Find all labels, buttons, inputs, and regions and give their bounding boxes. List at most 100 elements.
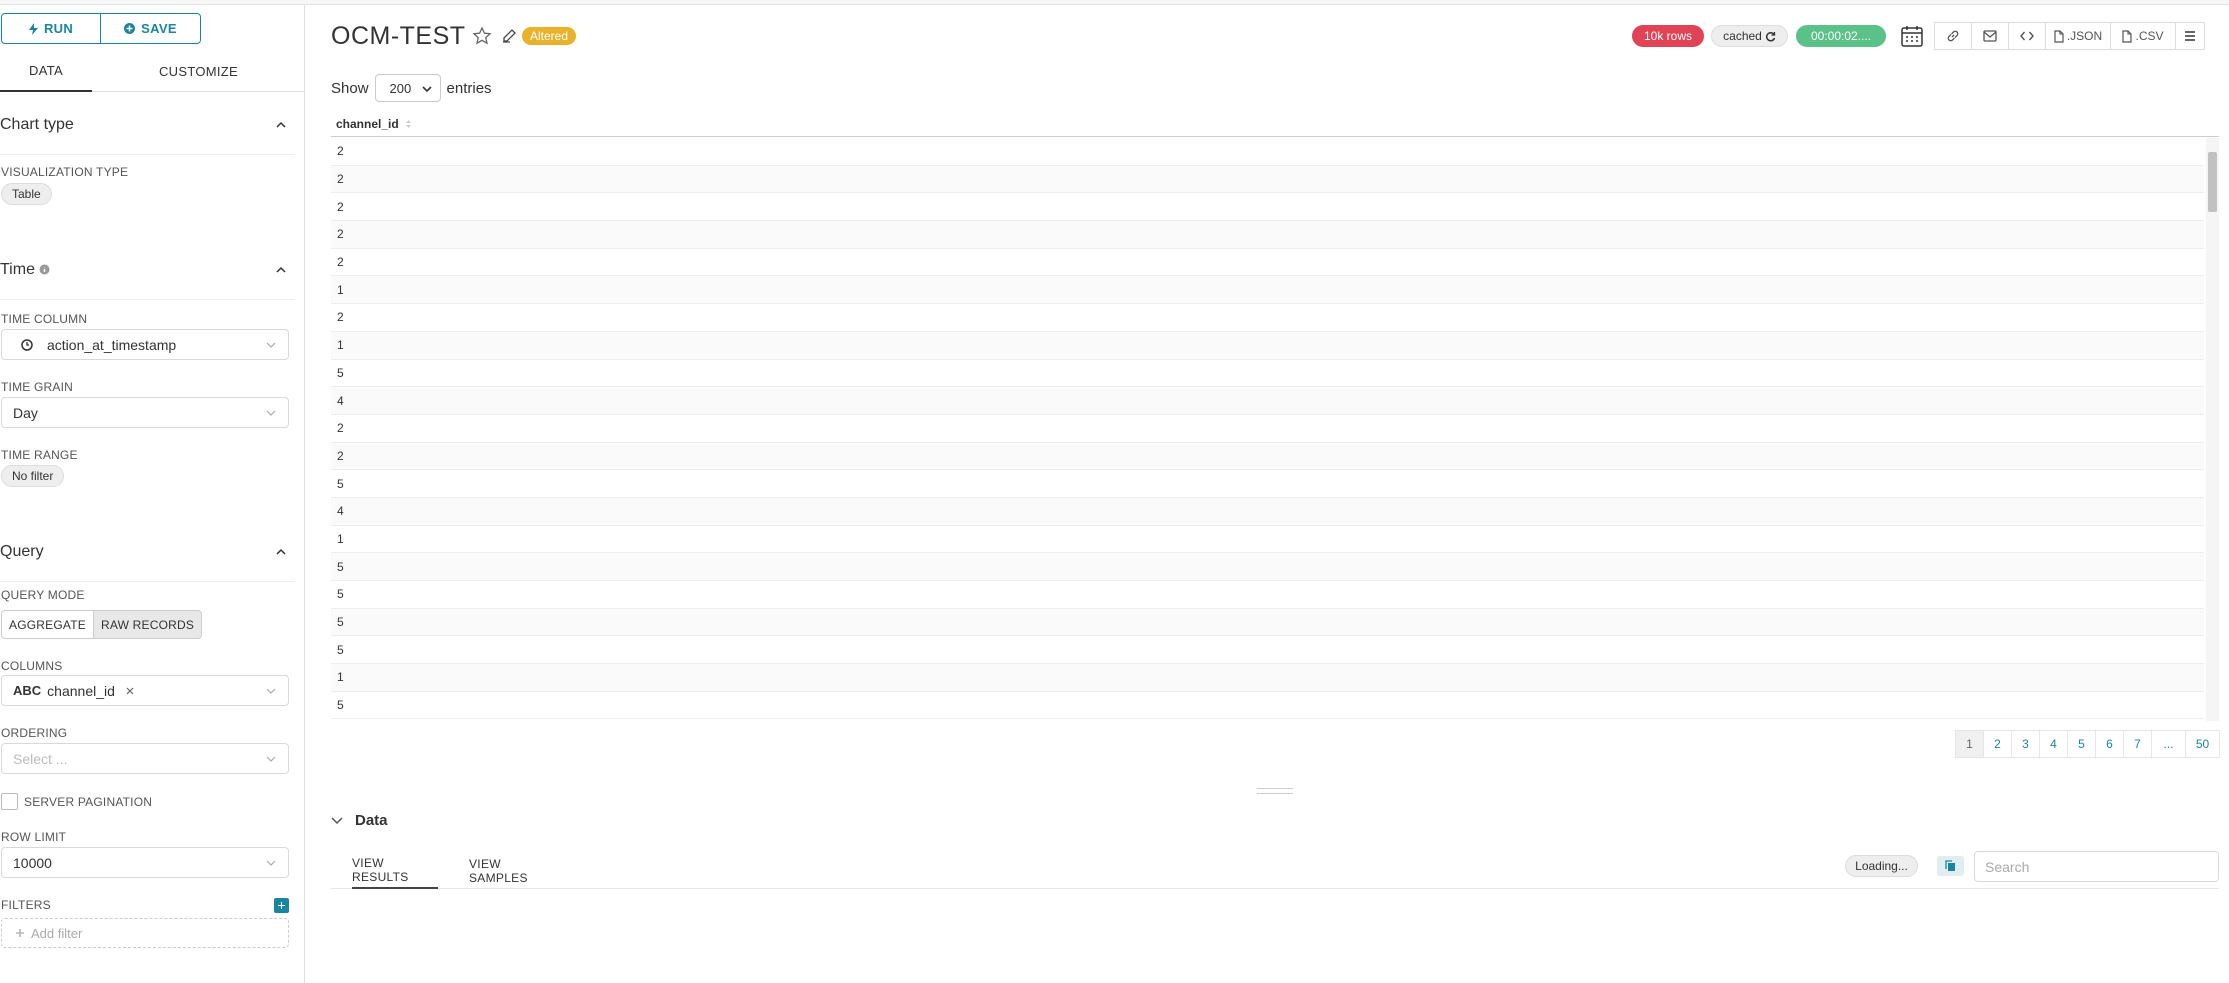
link-icon: [1947, 30, 1959, 42]
page-link[interactable]: 50: [2185, 730, 2220, 758]
row-limit-value: 10000: [13, 854, 52, 871]
table-scrollbar[interactable]: [2206, 138, 2219, 721]
table-row: 4: [331, 387, 2204, 415]
table-row: 2: [331, 304, 2204, 332]
cached-badge[interactable]: cached: [1711, 25, 1788, 47]
top-border: [0, 0, 2229, 5]
add-filter-plus-button[interactable]: +: [274, 898, 289, 913]
time-heading: Time: [0, 260, 35, 278]
page-link[interactable]: 3: [2011, 730, 2040, 758]
time-range-pill[interactable]: No filter: [1, 465, 65, 487]
star-icon[interactable]: [472, 26, 492, 46]
page-link[interactable]: ...: [2151, 730, 2186, 758]
page-link[interactable]: 4: [2039, 730, 2068, 758]
time-column-select[interactable]: action_at_timestamp: [1, 329, 289, 360]
edit-icon[interactable]: [502, 28, 517, 43]
server-pagination-label: SERVER PAGINATION: [24, 795, 153, 809]
chevron-down-icon: [266, 860, 276, 866]
page-size-select[interactable]: 200: [374, 74, 441, 102]
table-row: 5: [331, 692, 2204, 720]
table-row: 2: [331, 442, 2204, 471]
tab-view-samples[interactable]: VIEW SAMPLES: [469, 853, 563, 889]
chart-title[interactable]: OCM-TEST: [331, 22, 466, 51]
plus-icon: [16, 929, 24, 937]
table-body: 222221215422541555515: [331, 138, 2204, 721]
columns-label: COLUMNS: [1, 659, 63, 673]
search-input[interactable]: [1974, 851, 2219, 882]
filters-label: FILTERS: [1, 898, 51, 912]
export-json-button[interactable]: .JSON: [2045, 22, 2111, 50]
chevron-down-icon: [266, 410, 276, 416]
control-panel: RUN SAVE DATA CUSTOMIZE Chart type VISUA…: [0, 5, 305, 983]
show-label: Show: [331, 79, 369, 97]
column-type-tag: ABC: [13, 683, 42, 698]
email-button[interactable]: [1971, 22, 2009, 50]
chevron-up-icon: [276, 266, 286, 273]
table-row: 1: [331, 526, 2204, 554]
bolt-icon: [28, 22, 38, 35]
export-csv-button[interactable]: .CSV: [2110, 22, 2176, 50]
mail-icon: [1983, 30, 1997, 42]
table-row: 5: [331, 636, 2204, 665]
viz-type-label: VISUALIZATION TYPE: [1, 165, 129, 179]
calendar-icon[interactable]: [1900, 24, 1924, 48]
row-limit-select[interactable]: 10000: [1, 847, 289, 878]
table-row: 2: [331, 221, 2204, 249]
entries-label: entries: [446, 79, 492, 97]
chevron-down-icon: [266, 342, 276, 348]
tab-customize[interactable]: CUSTOMIZE: [120, 50, 277, 92]
raw-records-button[interactable]: RAW RECORDS: [94, 610, 202, 639]
page-link[interactable]: 1: [1955, 730, 1984, 758]
clock-icon: [21, 338, 33, 351]
json-label: .JSON: [2066, 29, 2103, 43]
copy-link-button[interactable]: [1934, 22, 1972, 50]
resize-handle[interactable]: [1257, 788, 1293, 794]
file-icon: [2054, 29, 2064, 43]
embed-code-button[interactable]: [2008, 22, 2046, 50]
sort-icon[interactable]: [405, 119, 412, 129]
columns-select[interactable]: ABC channel_id: [1, 675, 289, 706]
page-size-value: 200: [389, 80, 412, 96]
copy-icon: [1945, 860, 1955, 871]
section-time[interactable]: Time: [0, 240, 295, 300]
table-row: 5: [331, 360, 2204, 388]
data-panel-title: Data: [355, 812, 388, 829]
save-button[interactable]: SAVE: [101, 13, 201, 44]
page-link[interactable]: 2: [1983, 730, 2012, 758]
section-chart-type[interactable]: Chart type: [0, 95, 295, 155]
viz-type-pill[interactable]: Table: [1, 183, 52, 205]
close-icon[interactable]: [126, 687, 134, 695]
code-icon: [2020, 31, 2034, 41]
time-grain-value: Day: [13, 404, 38, 421]
save-label: SAVE: [141, 21, 177, 36]
page-link[interactable]: 6: [2095, 730, 2124, 758]
section-title: Chart type: [0, 115, 74, 133]
info-icon: [39, 264, 50, 274]
tab-view-results[interactable]: VIEW RESULTS: [352, 853, 438, 889]
run-button[interactable]: RUN: [1, 13, 101, 44]
time-grain-select[interactable]: Day: [1, 397, 289, 428]
section-query[interactable]: Query: [0, 522, 295, 582]
chevron-up-icon: [276, 548, 286, 555]
server-pagination-checkbox[interactable]: [1, 793, 18, 810]
altered-badge[interactable]: Altered: [522, 27, 577, 45]
ordering-placeholder: Select ...: [13, 750, 68, 767]
time-column-value: action_at_timestamp: [47, 336, 177, 353]
table-row: 5: [331, 608, 2204, 637]
page-link[interactable]: 5: [2067, 730, 2096, 758]
ordering-select[interactable]: Select ...: [1, 743, 289, 774]
page-link[interactable]: 7: [2123, 730, 2152, 758]
column-header[interactable]: channel_id: [336, 117, 399, 131]
row-limit-label: ROW LIMIT: [1, 830, 67, 844]
data-panel-header[interactable]: Data: [331, 812, 388, 829]
table-row: 5: [331, 553, 2204, 581]
table-row: 2: [331, 249, 2204, 277]
scrollbar-thumb[interactable]: [2208, 152, 2217, 212]
copy-button[interactable]: [1937, 856, 1964, 876]
section-title: Query: [0, 542, 44, 560]
tab-data[interactable]: DATA: [0, 50, 92, 92]
more-menu-button[interactable]: [2175, 22, 2205, 50]
aggregate-button[interactable]: AGGREGATE: [1, 610, 94, 639]
add-filter-button[interactable]: Add filter: [1, 918, 289, 948]
file-icon: [2122, 29, 2133, 43]
